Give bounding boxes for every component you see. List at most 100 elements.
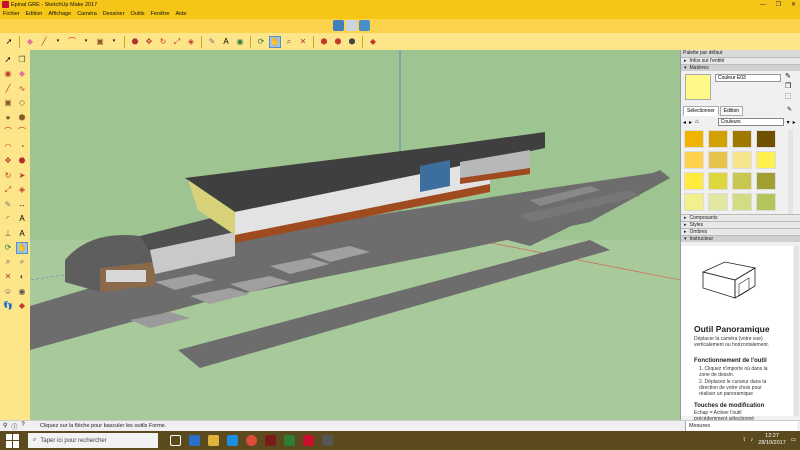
- line-dropdown-icon[interactable]: ▾: [52, 36, 64, 48]
- rectangle-icon[interactable]: ▣: [94, 36, 106, 48]
- credits-icon[interactable]: ⓘ: [11, 422, 17, 431]
- pie-icon[interactable]: ◔: [16, 140, 28, 152]
- tape-measure-icon[interactable]: ✎: [2, 198, 14, 210]
- material-swatch[interactable]: [684, 151, 704, 169]
- sample-paint-icon[interactable]: ✎: [787, 106, 792, 113]
- menu-aide[interactable]: Aide: [175, 11, 186, 17]
- share-component-icon[interactable]: ⬢: [332, 36, 344, 48]
- tape-measure-icon[interactable]: ✎: [206, 36, 218, 48]
- arc-icon[interactable]: ⌒: [2, 126, 14, 138]
- 3d-warehouse-icon[interactable]: [333, 20, 344, 31]
- text-icon[interactable]: A: [16, 213, 28, 225]
- app-icon[interactable]: [322, 435, 333, 446]
- styles-section[interactable]: ▸ Styles: [681, 221, 800, 228]
- eraser-icon[interactable]: ◆: [24, 36, 36, 48]
- zoom-icon[interactable]: ⌕: [283, 36, 295, 48]
- shadows-section[interactable]: ▸ Ombres: [681, 228, 800, 235]
- polygon-icon[interactable]: ⬢: [16, 111, 28, 123]
- menu-affichage[interactable]: Affichage: [48, 11, 71, 17]
- 3d-text-icon[interactable]: A: [16, 227, 28, 239]
- minimize-button[interactable]: —: [760, 2, 766, 8]
- pencil-line-icon[interactable]: ╱: [38, 36, 50, 48]
- paint-bucket-icon[interactable]: ◉: [2, 68, 14, 80]
- protractor-icon[interactable]: ◜: [2, 213, 14, 225]
- media-app-icon[interactable]: [265, 435, 276, 446]
- push-pull-icon[interactable]: ⬣: [16, 155, 28, 167]
- home-icon[interactable]: ⌂: [695, 119, 699, 125]
- material-swatch[interactable]: [732, 172, 752, 190]
- extension-warehouse-icon[interactable]: [359, 20, 370, 31]
- pan-hand-icon[interactable]: ✋: [269, 35, 281, 48]
- back-arrow-icon[interactable]: ◂: [683, 119, 686, 126]
- instructor-toggle-icon[interactable]: ?: [21, 422, 24, 431]
- zoom-icon[interactable]: ⌕: [2, 256, 14, 268]
- eraser-icon[interactable]: ◆: [16, 68, 28, 80]
- create-material-icon[interactable]: ❒: [785, 82, 791, 90]
- zoom-extents-icon[interactable]: ✕: [297, 36, 309, 48]
- geo-location-icon[interactable]: ⚲: [3, 422, 7, 431]
- section-plane-icon[interactable]: ◆: [16, 300, 28, 312]
- maximize-button[interactable]: ❐: [776, 1, 781, 8]
- material-swatch[interactable]: [756, 193, 776, 211]
- orbit-icon[interactable]: ⟳: [2, 242, 14, 254]
- chrome-icon[interactable]: [246, 435, 257, 446]
- share-model-icon[interactable]: [346, 20, 357, 31]
- axes-icon[interactable]: ⊥: [2, 227, 14, 239]
- move-icon[interactable]: ✥: [143, 36, 155, 48]
- details-arrow-icon[interactable]: ▸: [793, 119, 796, 126]
- offset-icon[interactable]: ◈: [16, 184, 28, 196]
- material-name-field[interactable]: Couleur E03: [715, 74, 781, 82]
- move-icon[interactable]: ✥: [2, 155, 14, 167]
- material-swatch[interactable]: [708, 172, 728, 190]
- rotate-icon[interactable]: ↻: [157, 36, 169, 48]
- tab-edit[interactable]: Edition: [719, 106, 744, 116]
- material-swatch[interactable]: [684, 130, 704, 148]
- previous-view-icon[interactable]: ◐: [16, 271, 28, 283]
- network-icon[interactable]: ⌇: [743, 437, 746, 443]
- paint-bucket-icon[interactable]: ◉: [234, 36, 246, 48]
- select-icon[interactable]: ➚: [2, 53, 14, 65]
- file-explorer-icon[interactable]: [208, 435, 219, 446]
- menu-edition[interactable]: Edition: [26, 11, 43, 17]
- notifications-icon[interactable]: ▭: [791, 437, 796, 443]
- look-around-icon[interactable]: ◉: [16, 285, 28, 297]
- sketchup-taskbar-icon[interactable]: [303, 435, 314, 446]
- edge-browser-icon[interactable]: [189, 435, 200, 446]
- two-point-arc-icon[interactable]: ⌒: [16, 126, 28, 138]
- orbit-icon[interactable]: ⟳: [255, 36, 267, 48]
- material-swatch[interactable]: [756, 151, 776, 169]
- pan-hand-icon[interactable]: ✋: [16, 241, 28, 254]
- push-pull-icon[interactable]: ⬣: [129, 36, 141, 48]
- arc-dropdown-icon[interactable]: ▾: [80, 36, 92, 48]
- menu-fichier[interactable]: Fichier: [3, 11, 20, 17]
- zoom-window-icon[interactable]: ⌕: [16, 256, 28, 268]
- volume-icon[interactable]: ♪: [751, 437, 754, 443]
- dimension-icon[interactable]: ↔: [16, 198, 28, 210]
- clock[interactable]: 12:27 28/10/2017: [758, 433, 786, 447]
- model-viewport[interactable]: [30, 50, 680, 420]
- store-icon[interactable]: [227, 435, 238, 446]
- material-swatch[interactable]: [756, 130, 776, 148]
- material-swatch[interactable]: [732, 151, 752, 169]
- select-arrow-icon[interactable]: ➚: [3, 36, 15, 48]
- material-swatch[interactable]: [732, 193, 752, 211]
- menu-dessiner[interactable]: Dessiner: [103, 11, 125, 17]
- swatches-scrollbar[interactable]: [788, 130, 793, 214]
- measurements-box[interactable]: Mesures: [685, 421, 797, 431]
- category-dropdown-icon[interactable]: ▾: [787, 119, 790, 126]
- default-material-icon[interactable]: ⬚: [785, 92, 792, 100]
- offset-icon[interactable]: ◈: [185, 36, 197, 48]
- forward-arrow-icon[interactable]: ▸: [689, 119, 692, 126]
- rotated-rectangle-icon[interactable]: ◇: [16, 97, 28, 109]
- material-swatch[interactable]: [708, 130, 728, 148]
- materials-section[interactable]: ▾ Matières: [681, 64, 800, 71]
- eyedropper-icon[interactable]: ✎: [785, 72, 791, 80]
- instructor-scrollbar[interactable]: [794, 246, 799, 416]
- text-icon[interactable]: A: [220, 36, 232, 48]
- category-select[interactable]: Couleurs: [717, 118, 784, 126]
- rectangle-icon[interactable]: ▣: [2, 97, 14, 109]
- shape-dropdown-icon[interactable]: ▾: [108, 36, 120, 48]
- scale-icon[interactable]: ⤢: [2, 184, 14, 196]
- circle-icon[interactable]: ●: [2, 111, 14, 123]
- make-component-icon[interactable]: ❒: [16, 53, 28, 65]
